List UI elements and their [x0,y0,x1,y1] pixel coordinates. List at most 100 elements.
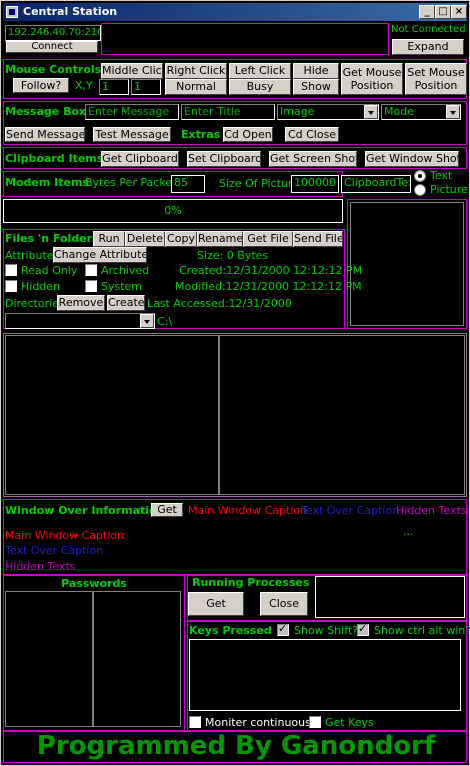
message-input[interactable]: Enter Message [85,104,179,120]
bytes-per-packet-input[interactable]: 85 [171,175,205,193]
set-clipboard-button[interactable]: Set Clipboard [187,151,261,167]
monitor-checkbox[interactable] [189,716,201,728]
connect-button[interactable]: Connect [6,41,98,53]
picture-preview [347,199,467,329]
hide-cursor-button[interactable]: Hide [293,63,339,79]
right-click-button[interactable]: Right Click [165,63,227,79]
get-screenshot-button[interactable]: Get Screen Shot [269,151,357,167]
mouse-y-field[interactable]: 1 [131,79,161,95]
archived-checkbox[interactable] [85,264,97,276]
clipboard-text-field[interactable]: ClipboardText [341,175,411,193]
text-over-value: Text Over Caption [5,544,104,557]
text-over-label: Text Over Caption [301,504,400,517]
ellipsis-text: ... [403,525,414,538]
close-icon[interactable]: × [451,5,467,19]
drive-select[interactable] [5,313,155,329]
address-input[interactable]: 192.246.40.70:210 [5,25,101,41]
show-shift-label: Show Shift? [294,624,359,637]
hidden-label: Hidden [21,280,61,293]
get-clipboard-button[interactable]: Get Clipboard [101,151,179,167]
chevron-down-icon[interactable] [364,105,378,119]
get-window-shot-button[interactable]: Get Window Shot [365,151,459,167]
footer-credit: Programmed By Ganondorf [36,731,436,761]
minimize-icon[interactable]: _ [419,5,435,19]
connection-status: Not Connected [391,24,466,35]
follow-button[interactable]: Follow? [13,78,69,93]
text-radio[interactable] [414,170,426,182]
title-input[interactable]: Enter Title [181,104,275,120]
progress-text: 0% [164,204,182,217]
show-ctrl-label: Show ctrl alt win? [374,624,470,637]
test-message-button[interactable]: Test Message [93,127,171,142]
create-button[interactable]: Create [107,295,145,311]
directory-list[interactable] [5,335,219,495]
window-info-header: Window Over Information [5,504,165,517]
show-shift-checkbox[interactable] [277,622,289,636]
change-attributes-button[interactable]: Change Attributes [53,247,147,263]
message-box-header: Message Box: [5,105,91,118]
process-list[interactable] [315,576,465,618]
files-header: Files 'n Folders [5,232,99,245]
system-checkbox[interactable] [85,280,97,292]
chevron-down-icon[interactable] [446,105,460,119]
set-mouse-position-button[interactable]: Set Mouse Position [405,63,467,95]
mode-select-value: Mode [384,105,414,118]
picture-radio-label: Picture [430,183,468,196]
rename-button[interactable]: Rename [197,231,243,247]
busy-cursor-button[interactable]: Busy [229,79,291,95]
get-keys-checkbox[interactable] [309,716,321,728]
read-only-checkbox[interactable] [5,264,17,276]
password-list-right[interactable] [93,591,181,727]
created-text: Created:12/31/2000 12:12:12 PM [179,264,363,277]
hidden-checkbox[interactable] [5,280,17,292]
mode-select[interactable]: Mode [381,104,461,120]
picture-radio[interactable] [414,184,426,196]
size-of-picture-input[interactable]: 100000 [291,175,339,193]
modified-text: Modified:12/31/2000 12:12:12 PM [175,280,362,293]
mouse-x-field[interactable]: 1 [99,79,129,95]
cd-open-button[interactable]: Cd Open [223,127,273,142]
maximize-icon[interactable]: □ [435,5,451,19]
get-processes-button[interactable]: Get [188,592,244,616]
normal-cursor-button[interactable]: Normal [165,79,227,95]
cd-close-button[interactable]: Cd Close [285,127,339,142]
size-of-picture-label: Size Of Picture [219,177,299,190]
passwords-header: Passwords [61,577,127,590]
title-bar: Central Station _ □ × [3,3,467,21]
keys-log[interactable] [189,639,461,711]
main-window: Central Station _ □ × 192.246.40.70:210 … [0,0,470,766]
hidden-texts-value: Hidden Texts [5,560,76,573]
image-select-value: Image [280,105,315,118]
file-list[interactable] [219,335,465,495]
system-label: System [101,280,143,293]
get-window-info-button[interactable]: Get [151,503,183,517]
show-ctrl-checkbox[interactable] [357,622,369,636]
get-mouse-position-button[interactable]: Get Mouse Position [341,63,403,95]
main-caption-value: Main Window Caption [5,529,125,542]
last-accessed-text: Last Accessed:12/31/2000 [147,297,292,310]
left-click-button[interactable]: Left Click [229,63,291,79]
copy-button[interactable]: Copy [165,231,197,247]
get-keys-label: Get Keys [325,716,374,729]
middle-click-button[interactable]: Middle Click [101,63,163,79]
run-button[interactable]: Run [93,231,125,247]
remove-button[interactable]: Remove [57,295,105,311]
xy-label: X,Y [75,79,93,92]
password-list-left[interactable] [5,591,93,727]
read-only-label: Read Only [21,264,78,277]
close-process-button[interactable]: Close [260,592,308,616]
send-message-button[interactable]: Send Message [5,127,85,142]
expand-button[interactable]: Expand [392,39,464,55]
preview-frame [350,202,464,326]
get-file-button[interactable]: Get File [243,231,293,247]
show-cursor-button[interactable]: Show [293,79,339,95]
status-panel [101,23,389,55]
image-select[interactable]: Image [277,104,379,120]
drive-label: C:\ [157,315,173,328]
progress-bar: 0% [3,199,343,223]
send-file-button[interactable]: Send File [293,231,343,247]
modem-header: Modem Items [5,176,89,189]
directories-label: Directories [5,297,65,310]
chevron-down-icon[interactable] [140,314,154,328]
delete-button[interactable]: Delete [125,231,165,247]
